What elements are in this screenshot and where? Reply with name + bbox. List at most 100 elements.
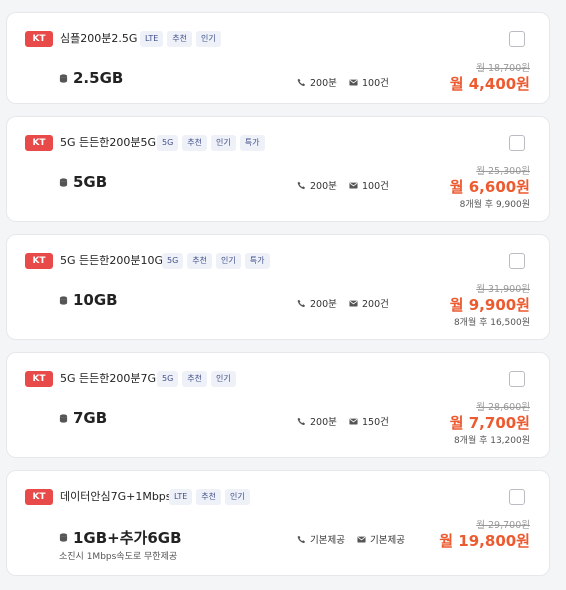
tag-recommended: 추천 xyxy=(187,253,213,269)
data-amount: 10GB xyxy=(73,291,118,309)
tag-recommended: 추천 xyxy=(182,135,208,151)
tag-recommended: 추천 xyxy=(182,371,208,387)
database-icon xyxy=(59,295,68,305)
discounted-price: 월 19,800원 xyxy=(439,532,530,550)
sms-info: 100건 xyxy=(349,178,389,192)
voice-minutes: 기본제공 xyxy=(310,535,345,546)
compare-checkbox[interactable] xyxy=(509,489,525,505)
mail-icon xyxy=(349,182,358,189)
data-amount-row: 5GB xyxy=(59,173,107,191)
plan-name: 심플200분2.5G xyxy=(60,32,138,45)
voice-minutes: 200분 xyxy=(310,417,337,428)
database-icon xyxy=(59,177,68,187)
discounted-price: 월 6,600원 xyxy=(449,178,530,196)
discounted-price: 월 9,900원 xyxy=(449,296,530,314)
phone-icon xyxy=(297,535,306,543)
plan-name: 5G 든든한200분10G xyxy=(60,254,164,267)
tag-popular: 인기 xyxy=(211,135,236,151)
carrier-badge: KT xyxy=(25,253,53,269)
sms-count: 100건 xyxy=(362,181,389,192)
plan-name: 5G 든든한200분5G xyxy=(60,136,157,149)
voice-info: 200분 xyxy=(297,296,337,310)
mail-icon xyxy=(357,536,366,543)
carrier-badge: KT xyxy=(25,31,53,47)
database-icon xyxy=(59,413,68,423)
original-price: 월 28,600원 xyxy=(476,402,530,413)
original-price: 월 31,900원 xyxy=(476,284,530,295)
sms-count: 150건 xyxy=(362,417,389,428)
tag-popular: 인기 xyxy=(196,31,221,47)
data-amount: 2.5GB xyxy=(73,69,124,87)
phone-icon xyxy=(297,417,306,425)
tag-popular: 인기 xyxy=(216,253,241,269)
mail-icon xyxy=(349,418,358,425)
mail-icon xyxy=(349,79,358,86)
tag-special: 특가 xyxy=(239,135,265,151)
sms-info: 기본제공 xyxy=(357,532,405,546)
original-price: 월 29,700원 xyxy=(476,520,530,531)
sms-info: 150건 xyxy=(349,414,389,428)
plan-tags: 5G 추천 인기 xyxy=(157,371,236,387)
voice-minutes: 200분 xyxy=(310,299,337,310)
phone-icon xyxy=(297,299,306,307)
discounted-price: 월 7,700원 xyxy=(449,414,530,432)
voice-info: 200분 xyxy=(297,178,337,192)
plan-name: 5G 든든한200분7G xyxy=(60,372,157,385)
price-after-promo: 8개월 후 13,200원 xyxy=(453,436,530,446)
carrier-badge: KT xyxy=(25,371,53,387)
plan-tags: 5G 추천 인기 특가 xyxy=(157,135,265,151)
tag-network: 5G xyxy=(157,135,179,151)
compare-checkbox[interactable] xyxy=(509,135,525,151)
plan-tags: LTE 추천 인기 xyxy=(169,489,250,505)
data-exhausted-note: 소진시 1Mbps속도로 무한제공 xyxy=(59,552,178,562)
plan-card[interactable]: KT 5G 든든한200분7G 5G 추천 인기 7GB 200분 150건 월… xyxy=(6,352,550,458)
compare-checkbox[interactable] xyxy=(509,253,525,269)
data-amount-row: 10GB xyxy=(59,291,118,309)
compare-checkbox[interactable] xyxy=(509,31,525,47)
tag-recommended: 추천 xyxy=(196,489,222,505)
database-icon xyxy=(59,73,68,83)
tag-special: 특가 xyxy=(244,253,270,269)
tag-network: 5G xyxy=(157,371,179,387)
tag-network: 5G xyxy=(162,253,184,269)
sms-count: 100건 xyxy=(362,78,389,89)
data-amount-row: 1GB+추가6GB xyxy=(59,527,182,548)
price-after-promo: 8개월 후 16,500원 xyxy=(453,318,530,328)
plan-card[interactable]: KT 5G 든든한200분5G 5G 추천 인기 특가 5GB 200분 100… xyxy=(6,116,550,222)
voice-info: 200분 xyxy=(297,414,337,428)
tag-popular: 인기 xyxy=(211,371,236,387)
tag-network: LTE xyxy=(140,31,164,47)
carrier-badge: KT xyxy=(25,135,53,151)
data-amount-row: 7GB xyxy=(59,409,107,427)
mail-icon xyxy=(349,300,358,307)
voice-minutes: 200분 xyxy=(310,78,337,89)
original-price: 월 18,700원 xyxy=(476,63,530,74)
data-amount: 1GB+추가6GB xyxy=(73,529,182,547)
voice-minutes: 200분 xyxy=(310,181,337,192)
carrier-badge: KT xyxy=(25,489,53,505)
database-icon xyxy=(59,533,68,542)
data-amount: 7GB xyxy=(73,409,108,427)
sms-info: 100건 xyxy=(349,75,389,89)
phone-icon xyxy=(297,181,306,189)
tag-popular: 인기 xyxy=(225,489,250,505)
original-price: 월 25,300원 xyxy=(476,166,530,177)
price-after-promo: 8개월 후 9,900원 xyxy=(459,200,530,210)
voice-info: 기본제공 xyxy=(297,532,345,546)
plan-card[interactable]: KT 데이터안심7G+1Mbps LTE 추천 인기 1GB+추가6GB 소진시… xyxy=(6,470,550,576)
plan-card[interactable]: KT 5G 든든한200분10G 5G 추천 인기 특가 10GB 200분 2… xyxy=(6,234,550,340)
data-amount: 5GB xyxy=(73,173,108,191)
data-amount-row: 2.5GB xyxy=(59,69,123,87)
tag-recommended: 추천 xyxy=(167,31,193,47)
plan-tags: 5G 추천 인기 특가 xyxy=(162,253,270,269)
plan-card[interactable]: KT 심플200분2.5G LTE 추천 인기 2.5GB 200분 100건 … xyxy=(6,12,550,104)
tag-network: LTE xyxy=(169,489,193,505)
compare-checkbox[interactable] xyxy=(509,371,525,387)
sms-info: 200건 xyxy=(349,296,389,310)
plan-tags: LTE 추천 인기 xyxy=(140,31,221,47)
voice-info: 200분 xyxy=(297,75,337,89)
sms-count: 200건 xyxy=(362,299,389,310)
sms-count: 기본제공 xyxy=(370,535,405,546)
plan-name: 데이터안심7G+1Mbps xyxy=(60,490,172,503)
phone-icon xyxy=(297,78,306,86)
